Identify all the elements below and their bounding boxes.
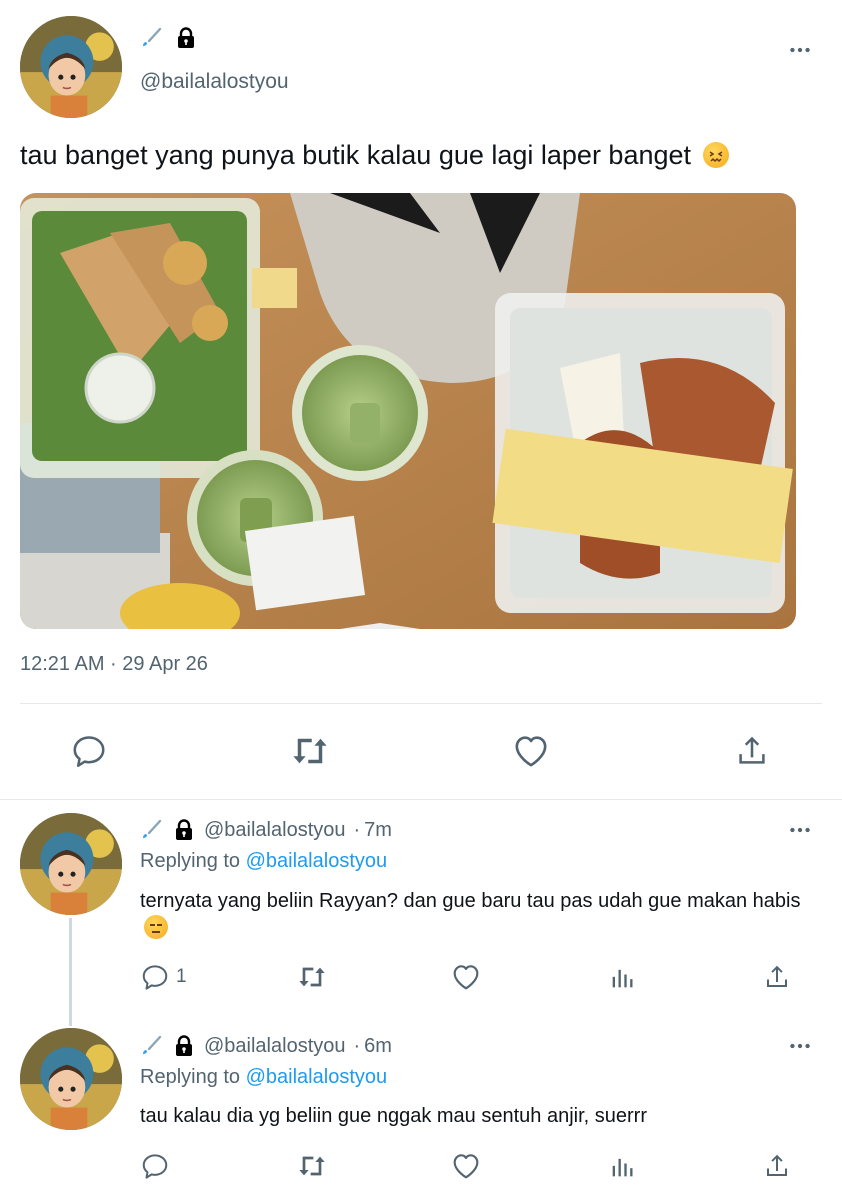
separator-dot: · bbox=[353, 818, 361, 841]
tweet-text: tau banget yang punya butik kalau gue la… bbox=[20, 138, 729, 172]
share-icon[interactable] bbox=[762, 1151, 792, 1181]
reply-2-replying-to: Replying to @bailalalostyou bbox=[140, 1066, 387, 1089]
like-icon[interactable] bbox=[450, 961, 482, 993]
reply-1-avatar[interactable] bbox=[20, 813, 122, 915]
emoji-expressionless bbox=[144, 915, 168, 939]
separator-dot: · bbox=[353, 1034, 361, 1057]
reply-1-reply-button[interactable]: 1 bbox=[140, 962, 187, 992]
reply-1-header: @bailalalostyou · 7m bbox=[140, 818, 392, 842]
retweet-icon[interactable] bbox=[296, 961, 328, 993]
more-icon[interactable] bbox=[787, 37, 813, 63]
tweet-photo[interactable] bbox=[20, 193, 796, 629]
reply-1-time[interactable]: 7m bbox=[364, 819, 392, 842]
like-icon[interactable] bbox=[511, 731, 551, 771]
replying-label: Replying to bbox=[140, 850, 241, 872]
more-icon[interactable] bbox=[787, 1033, 813, 1059]
reply-2-time[interactable]: 6m bbox=[364, 1035, 392, 1058]
reply-2-reply-button[interactable] bbox=[140, 1151, 170, 1181]
reply-2-handle[interactable]: @bailalalostyou bbox=[204, 1035, 346, 1058]
reply-icon bbox=[140, 962, 170, 992]
reply-1-text: ternyata yang beliin Rayyan? dan gue bar… bbox=[140, 887, 820, 943]
avatar-image bbox=[20, 813, 122, 915]
brush-icon bbox=[140, 818, 164, 842]
replying-handle-link[interactable]: @bailalalostyou bbox=[246, 1066, 388, 1088]
reply-2-text: tau kalau dia yg beliin gue nggak mau se… bbox=[140, 1105, 647, 1127]
tweet-text-content: tau banget yang punya butik kalau gue la… bbox=[20, 140, 692, 170]
food-photo-image bbox=[20, 193, 796, 629]
brush-icon bbox=[140, 1034, 164, 1058]
replying-handle-link[interactable]: @bailalalostyou bbox=[246, 850, 388, 872]
views-icon[interactable] bbox=[608, 1153, 636, 1181]
share-icon[interactable] bbox=[762, 962, 792, 992]
emoji-confounded bbox=[702, 142, 729, 168]
lock-icon bbox=[172, 1034, 196, 1058]
reply-icon bbox=[140, 1151, 170, 1181]
avatar-image bbox=[20, 16, 122, 118]
lock-icon bbox=[174, 26, 198, 50]
reply-2-avatar[interactable] bbox=[20, 1028, 122, 1130]
actions-divider bbox=[0, 799, 842, 800]
share-icon[interactable] bbox=[733, 732, 771, 770]
author-handle[interactable]: @bailalalostyou bbox=[140, 70, 289, 94]
lock-icon bbox=[172, 818, 196, 842]
reply-count: 1 bbox=[176, 966, 187, 987]
more-icon[interactable] bbox=[787, 817, 813, 843]
retweet-icon[interactable] bbox=[296, 1150, 328, 1182]
timestamp-divider bbox=[20, 703, 822, 704]
thread-connector bbox=[69, 918, 72, 1026]
author-avatar[interactable] bbox=[20, 16, 122, 118]
retweet-icon[interactable] bbox=[289, 730, 331, 772]
reply-icon[interactable] bbox=[70, 732, 108, 770]
reply-1-handle[interactable]: @bailalalostyou bbox=[204, 819, 346, 842]
brush-icon bbox=[140, 26, 164, 50]
reply-1-text-content: ternyata yang beliin Rayyan? dan gue bar… bbox=[140, 890, 801, 912]
reply-1-replying-to: Replying to @bailalalostyou bbox=[140, 850, 387, 873]
tweet-timestamp[interactable]: 12:21 AM · 29 Apr 26 bbox=[20, 653, 208, 676]
replying-label: Replying to bbox=[140, 1066, 241, 1088]
avatar-image bbox=[20, 1028, 122, 1130]
author-badges bbox=[140, 26, 198, 50]
reply-2-header: @bailalalostyou · 6m bbox=[140, 1034, 392, 1058]
like-icon[interactable] bbox=[450, 1150, 482, 1182]
views-icon[interactable] bbox=[608, 964, 636, 992]
